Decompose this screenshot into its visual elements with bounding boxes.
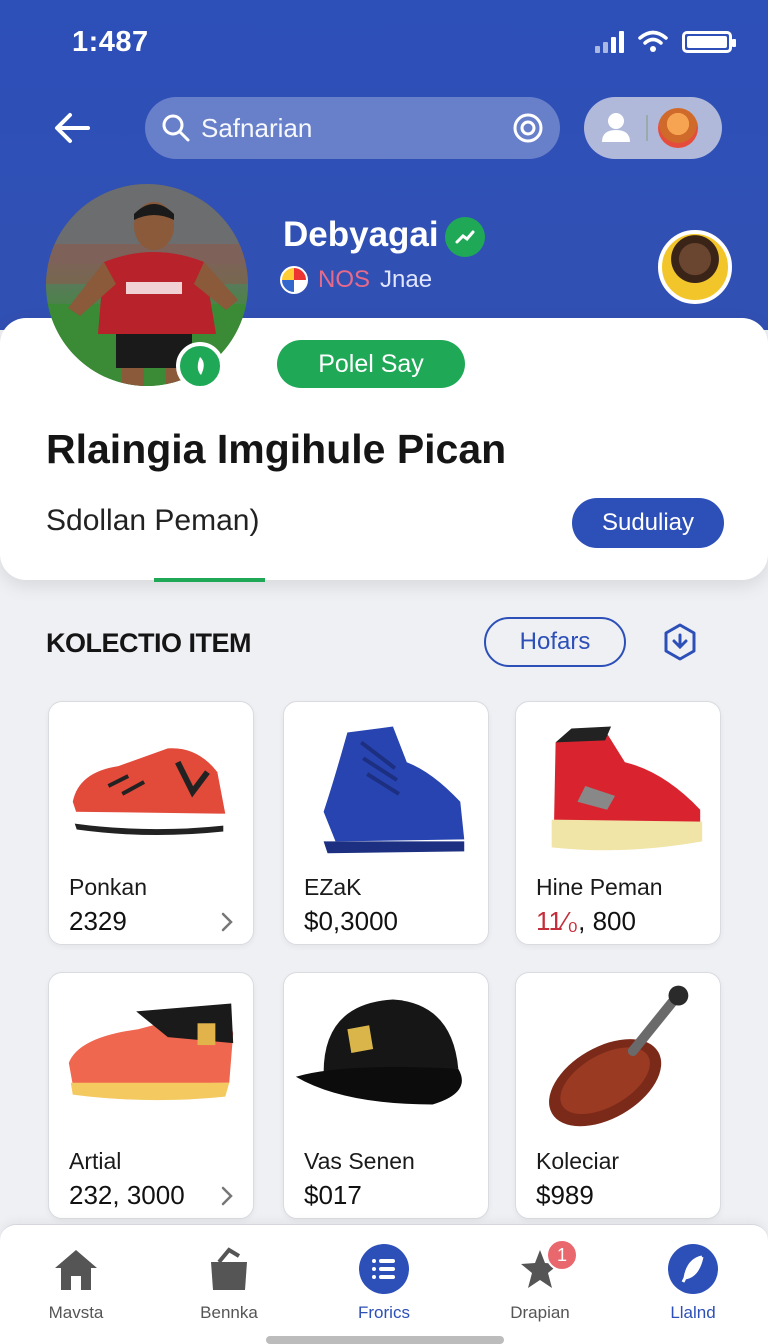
shoe-coral-image [68, 1003, 234, 1101]
home-indicator [266, 1336, 504, 1344]
card-subtitle: Sdollan Peman) [46, 504, 260, 537]
status-icons [595, 30, 736, 54]
nav-item-drapian[interactable]: 1 Drapian [480, 1239, 600, 1323]
item-card[interactable]: Artial 232, 3000 [48, 972, 254, 1219]
item-price: $989 [536, 1180, 594, 1210]
item-name: Vas Senen [304, 1148, 415, 1174]
avatar[interactable] [658, 108, 698, 148]
battery-icon [682, 31, 736, 53]
item-price-highlight: 11⁄₀ [536, 906, 579, 936]
nav-label: Frorics [358, 1303, 410, 1322]
item-price: 11⁄₀, 800 [536, 906, 636, 937]
list-icon [359, 1244, 409, 1294]
user-icon[interactable] [596, 108, 636, 148]
item-card[interactable]: Koleciar $989 [515, 972, 721, 1219]
account-pill[interactable] [584, 97, 722, 159]
feather-icon [668, 1244, 718, 1294]
search-input[interactable]: Safnarian [201, 113, 512, 144]
item-price-rest: , 800 [578, 906, 636, 936]
hightop-red-image [551, 726, 703, 851]
item-name: Ponkan [69, 874, 148, 900]
item-name: Koleciar [536, 1148, 620, 1174]
bag-icon [211, 1247, 247, 1290]
bottom-nav: Mavsta Bennka Frorics 1 Drapian Llalnd [0, 1224, 768, 1344]
item-card[interactable]: Ponkan 2329 [48, 701, 254, 945]
nav-item-mavsta[interactable]: Mavsta [16, 1243, 136, 1323]
notification-badge: 1 [546, 1239, 578, 1271]
item-price: 2329 [69, 906, 127, 936]
item-name: EZaK [304, 874, 362, 900]
item-card[interactable]: Hine Peman 11⁄₀, 800 [515, 701, 721, 945]
item-name: Artial [69, 1148, 122, 1174]
nav-label: Llalnd [670, 1303, 716, 1322]
card-title: Rlaingia Imgihule Pican [46, 426, 507, 472]
chevron-right-icon[interactable] [219, 1184, 235, 1208]
section-title: KOLECTIO ITEM [46, 628, 252, 658]
shield-icon[interactable] [660, 622, 700, 662]
chevron-right-icon[interactable] [219, 910, 235, 934]
wooden-paddle-image [549, 985, 689, 1127]
back-arrow-icon[interactable] [50, 106, 94, 150]
trend-badge-icon [445, 217, 485, 257]
tab-indicator [154, 578, 265, 582]
wifi-icon [638, 30, 668, 52]
scan-icon[interactable] [512, 112, 544, 144]
item-card[interactable]: EZaK $0,3000 [283, 701, 489, 945]
item-price: $0,3000 [304, 906, 398, 936]
profile-subrow: NOS Jnae [280, 266, 432, 294]
item-price: 232, 3000 [69, 1180, 185, 1210]
status-time: 1:487 [72, 26, 149, 58]
home-icon [55, 1250, 97, 1290]
profile-tag: NOS [318, 266, 371, 293]
item-card[interactable]: Vas Senen $017 [283, 972, 489, 1219]
profile-name: Debyagai [283, 215, 439, 254]
cap-black-image [295, 999, 462, 1105]
nav-label: Mavsta [48, 1303, 104, 1322]
follower-avatar[interactable] [658, 230, 732, 304]
polel-say-button[interactable]: Polel Say [277, 340, 465, 388]
nav-item-frorics[interactable]: Frorics [324, 1243, 444, 1323]
boot-blue-image [323, 726, 465, 854]
search-bar[interactable]: Safnarian [145, 97, 560, 159]
nav-item-llalnd[interactable]: Llalnd [633, 1243, 753, 1323]
nav-label: Bennka [200, 1303, 258, 1322]
hofars-filter-button[interactable]: Hofars [484, 617, 626, 667]
suduliay-button[interactable]: Suduliay [572, 498, 724, 548]
nav-label: Drapian [510, 1303, 570, 1322]
nav-item-bennka[interactable]: Bennka [169, 1243, 289, 1323]
divider [646, 115, 648, 141]
flag-icon [280, 266, 308, 294]
search-icon [162, 114, 190, 142]
running-shoe-red-image [72, 748, 226, 836]
profile-subname: Jnae [380, 266, 433, 293]
signal-icon [595, 31, 624, 53]
item-name: Hine Peman [536, 874, 663, 900]
verified-badge-icon [176, 342, 224, 390]
item-price: $017 [304, 1180, 362, 1210]
